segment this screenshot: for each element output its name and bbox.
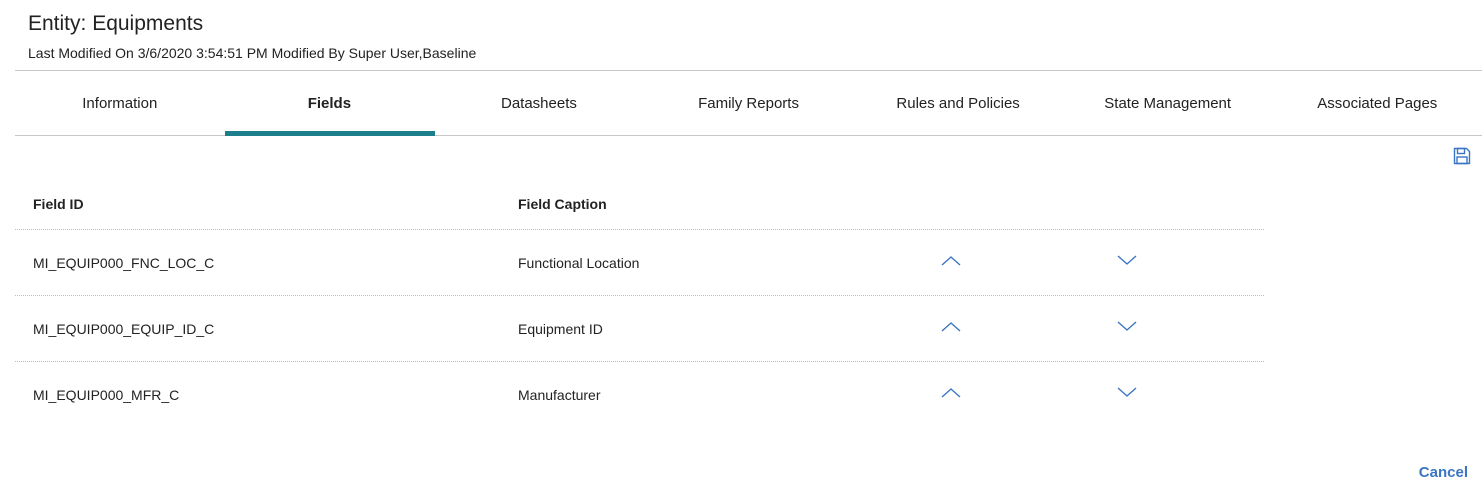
fields-table: Field ID Field Caption MI_EQUIP000_FNC_L… (15, 178, 1264, 427)
tab-datasheets[interactable]: Datasheets (434, 71, 644, 135)
move-down-chevron-icon[interactable] (1116, 253, 1138, 267)
page-title: Entity: Equipments (28, 12, 204, 35)
move-up-chevron-icon[interactable] (940, 385, 962, 399)
last-modified-info: Last Modified On 3/6/2020 3:54:51 PM Mod… (28, 45, 477, 61)
tab-information[interactable]: Information (15, 71, 225, 135)
tab-state-management[interactable]: State Management (1063, 71, 1273, 135)
table-header: Field ID Field Caption (15, 178, 1264, 230)
field-id-cell: MI_EQUIP000_EQUIP_ID_C (33, 320, 215, 337)
field-id-cell: MI_EQUIP000_MFR_C (33, 386, 180, 403)
cancel-button[interactable]: Cancel (1419, 464, 1468, 481)
tab-rules-and-policies[interactable]: Rules and Policies (853, 71, 1063, 135)
header-field-id: Field ID (33, 195, 84, 212)
tab-bar: Information Fields Datasheets Family Rep… (15, 71, 1482, 136)
table-row: MI_EQUIP000_FNC_LOC_C Functional Locatio… (15, 230, 1264, 296)
field-caption-cell: Functional Location (518, 254, 640, 271)
move-up-chevron-icon[interactable] (940, 319, 962, 333)
field-caption-cell: Manufacturer (518, 386, 601, 403)
floppy-disk-icon (1453, 147, 1471, 165)
save-button[interactable] (1452, 146, 1472, 166)
header-field-caption: Field Caption (518, 195, 607, 212)
tab-fields[interactable]: Fields (224, 71, 435, 136)
field-id-cell: MI_EQUIP000_FNC_LOC_C (33, 254, 215, 271)
table-row: MI_EQUIP000_MFR_C Manufacturer (15, 362, 1264, 427)
move-down-chevron-icon[interactable] (1116, 385, 1138, 399)
move-up-chevron-icon[interactable] (940, 253, 962, 267)
field-caption-cell: Equipment ID (518, 320, 603, 337)
entity-page: Entity: Equipments Last Modified On 3/6/… (0, 0, 1482, 493)
table-row: MI_EQUIP000_EQUIP_ID_C Equipment ID (15, 296, 1264, 362)
page-header: Entity: Equipments Last Modified On 3/6/… (28, 10, 476, 62)
move-down-chevron-icon[interactable] (1116, 319, 1138, 333)
tab-family-reports[interactable]: Family Reports (644, 71, 854, 135)
tab-associated-pages[interactable]: Associated Pages (1272, 71, 1482, 135)
